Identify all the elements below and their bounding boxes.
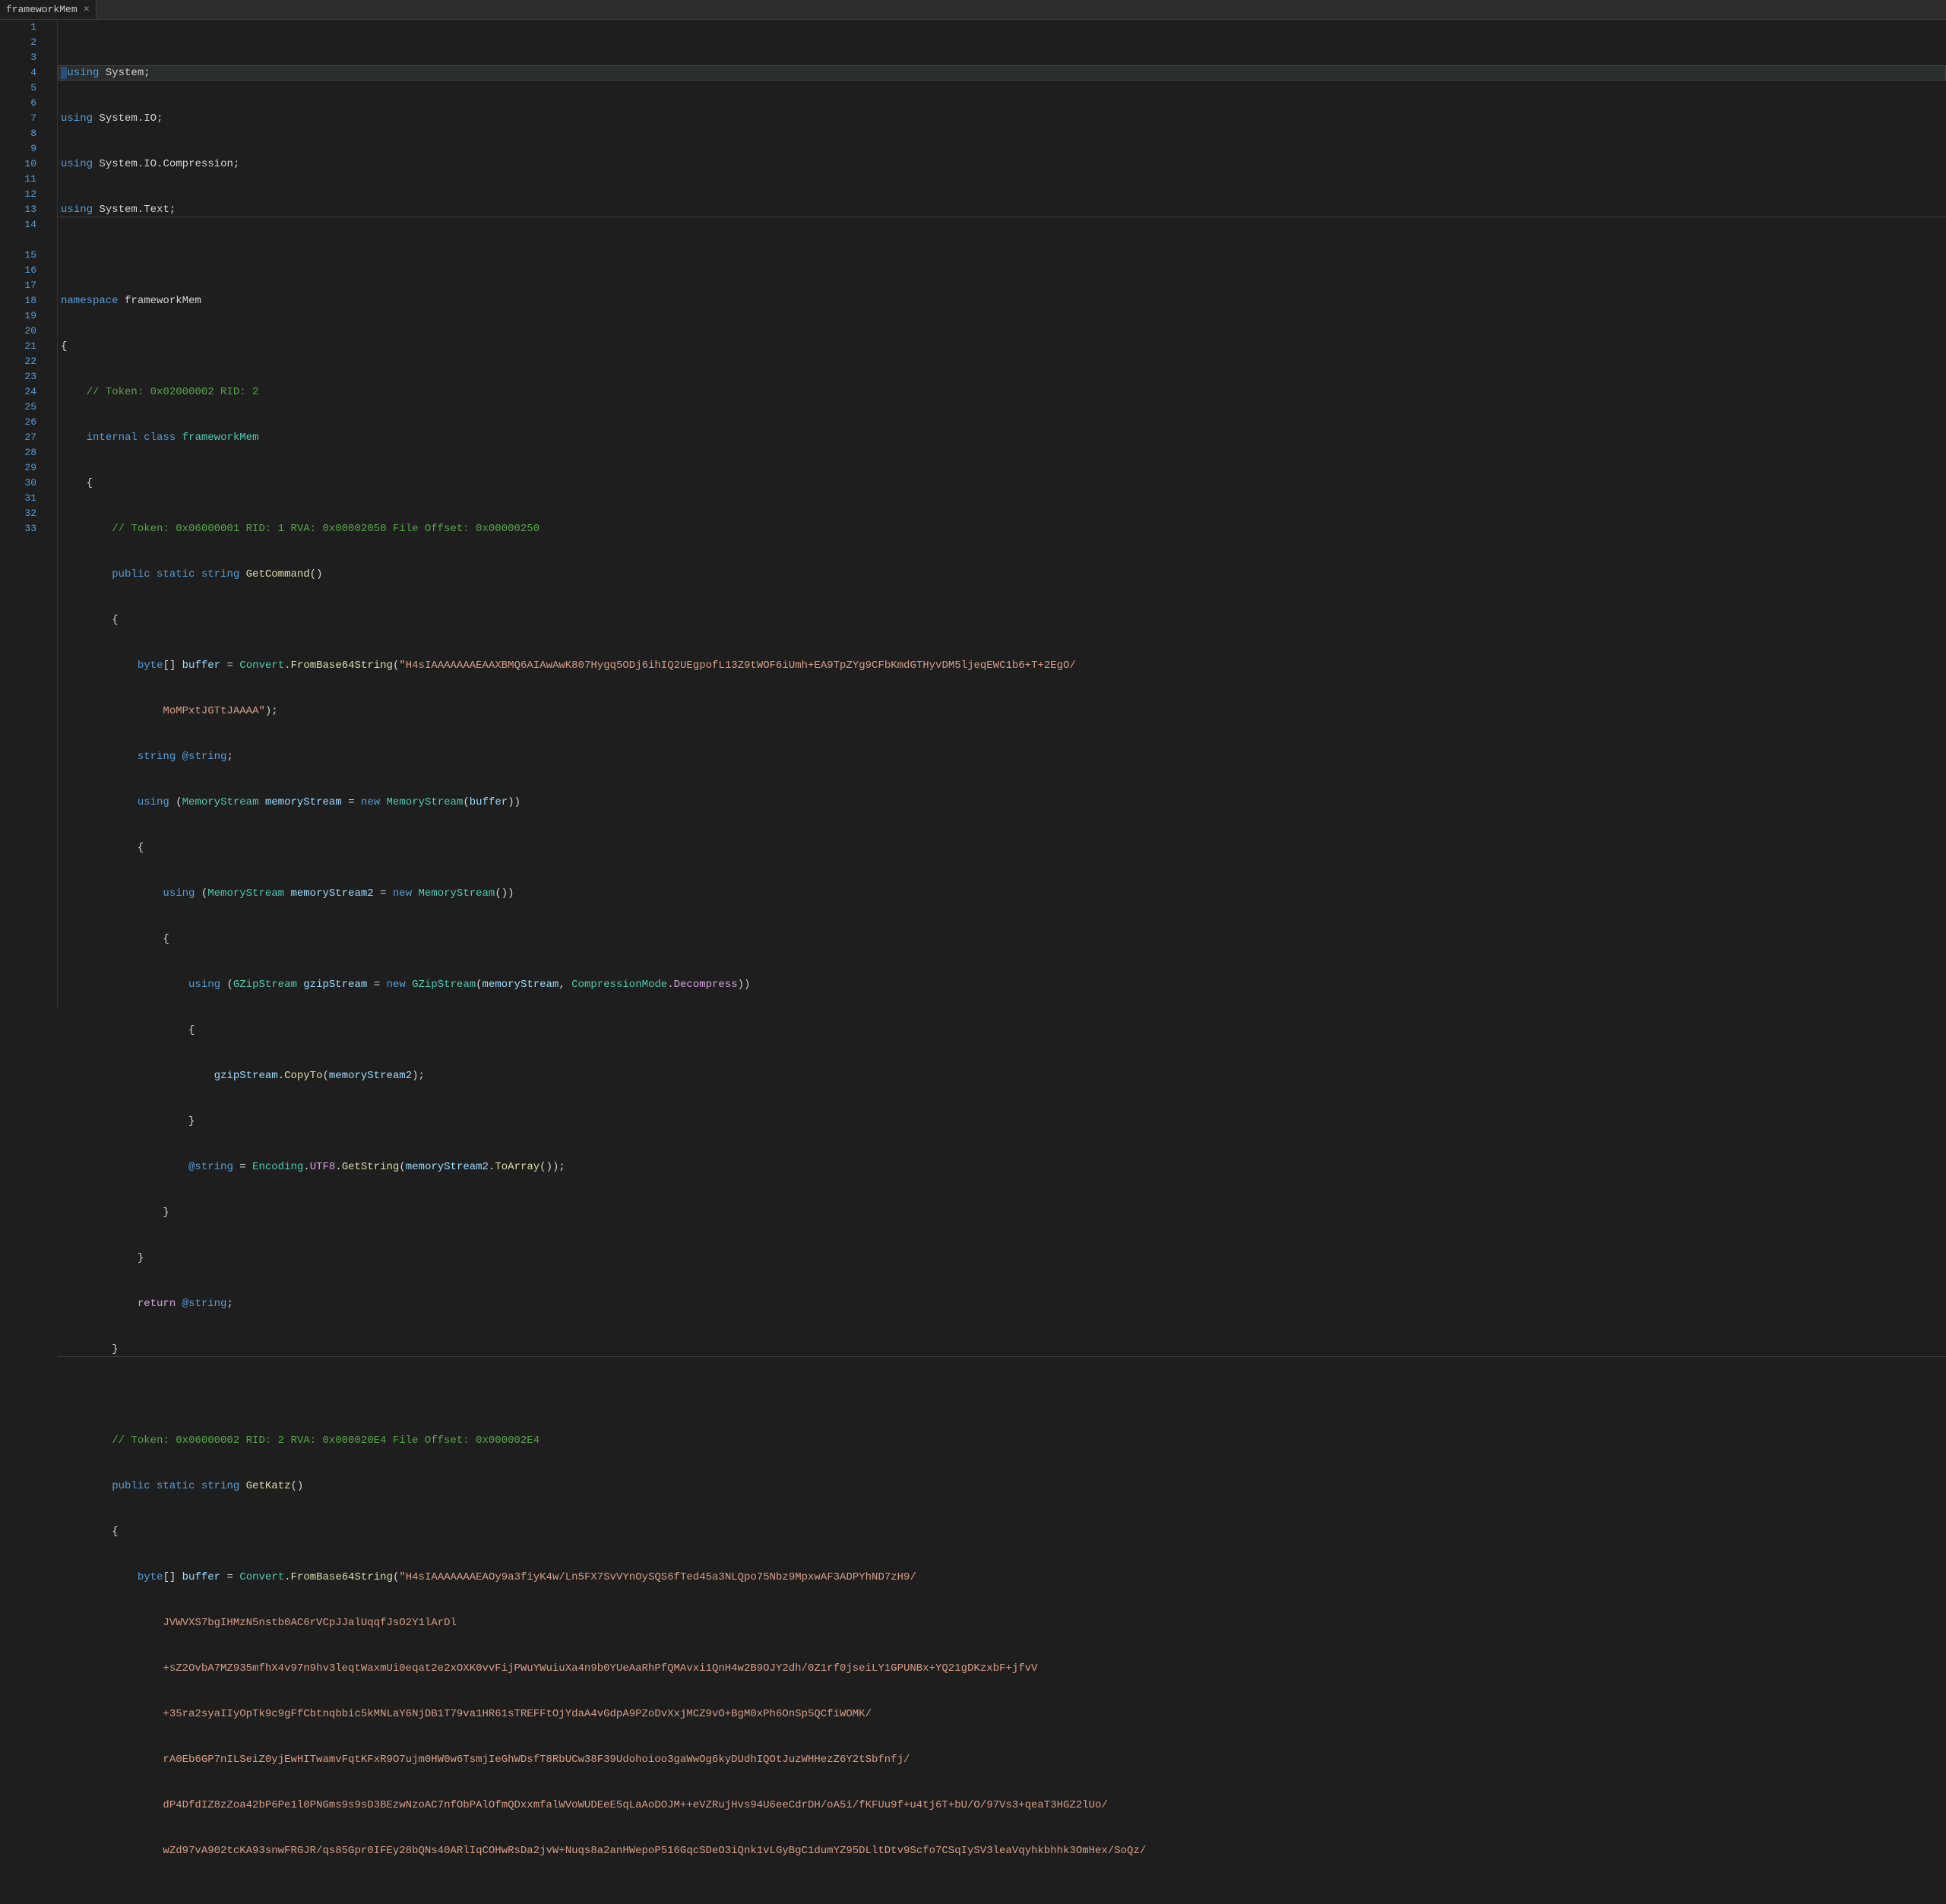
line-number: 13 <box>0 202 36 217</box>
code-line[interactable]: // Token: 0x02000002 RID: 2 <box>58 384 1946 400</box>
line-number: 25 <box>0 400 36 415</box>
line-number: 33 <box>0 521 36 536</box>
close-icon[interactable]: × <box>84 4 90 16</box>
line-number: 30 <box>0 476 36 491</box>
line-number: 11 <box>0 172 36 187</box>
line-number: 23 <box>0 369 36 384</box>
code-line-wrap[interactable]: +sZ2OvbA7MZ935mfhX4v97n9hv3leqtWaxmUi0eq… <box>58 1661 1946 1676</box>
line-number: 14 <box>0 217 36 232</box>
line-number: 20 <box>0 324 36 339</box>
line-number <box>0 536 36 552</box>
code-line[interactable]: } <box>58 1342 1946 1357</box>
tab-frameworkmem[interactable]: frameworkMem × <box>0 0 97 19</box>
code-line[interactable]: { <box>58 840 1946 856</box>
code-line[interactable]: } <box>58 1205 1946 1220</box>
code-line[interactable]: @string = Encoding.UTF8.GetString(memory… <box>58 1159 1946 1175</box>
line-number: 26 <box>0 415 36 430</box>
line-number: 6 <box>0 96 36 111</box>
line-number: 2 <box>0 35 36 50</box>
editor: 1234567891011121314151617181920212223242… <box>0 20 1946 1009</box>
line-number <box>0 597 36 612</box>
code-line[interactable]: return @string; <box>58 1296 1946 1311</box>
code-line[interactable] <box>58 248 1946 263</box>
line-number: 19 <box>0 308 36 324</box>
line-number <box>0 612 36 628</box>
code-line[interactable]: { <box>58 339 1946 354</box>
line-number: 10 <box>0 157 36 172</box>
code-line-wrap[interactable]: JVWVXS7bgIHMzN5nstb0AC6rVCpJJalUqqfJsO2Y… <box>58 1615 1946 1630</box>
line-number: 21 <box>0 339 36 354</box>
code-line[interactable]: using System.IO; <box>58 111 1946 126</box>
code-line[interactable]: byte[] buffer = Convert.FromBase64String… <box>58 1570 1946 1585</box>
code-line-wrap[interactable]: wZd97vA902tcKA93snwFRGJR/qs85Gpr0IFEy28b… <box>58 1843 1946 1858</box>
code-line[interactable]: // Token: 0x06000002 RID: 2 RVA: 0x00002… <box>58 1433 1946 1448</box>
line-number: 32 <box>0 506 36 521</box>
line-number: 4 <box>0 65 36 81</box>
code-line[interactable]: // Token: 0x06000001 RID: 1 RVA: 0x00002… <box>58 521 1946 536</box>
code-line-wrap[interactable]: rA0Eb6GP7nILSeiZ0yjEwHITwamvFqtKFxR9O7uj… <box>58 1752 1946 1767</box>
code-line[interactable]: internal class frameworkMem <box>58 430 1946 445</box>
code-line[interactable]: { <box>58 931 1946 947</box>
line-number: 31 <box>0 491 36 506</box>
line-number: 7 <box>0 111 36 126</box>
code-line[interactable]: } <box>58 1114 1946 1129</box>
code-line[interactable]: using System.Text; <box>58 202 1946 217</box>
code-line[interactable]: using (GZipStream gzipStream = new GZipS… <box>58 977 1946 992</box>
code-line[interactable]: } <box>58 1251 1946 1266</box>
line-number <box>0 582 36 597</box>
code-line[interactable]: using (MemoryStream memoryStream = new M… <box>58 795 1946 810</box>
code-line[interactable] <box>58 1387 1946 1403</box>
code-line[interactable]: gzipStream.CopyTo(memoryStream2); <box>58 1068 1946 1083</box>
code-line[interactable]: { <box>58 612 1946 628</box>
line-number: 12 <box>0 187 36 202</box>
code-line[interactable]: byte[] buffer = Convert.FromBase64String… <box>58 658 1946 673</box>
code-line-wrap[interactable]: MoMPxtJGTtJAAAA"); <box>58 704 1946 719</box>
line-number <box>0 552 36 567</box>
line-number: 22 <box>0 354 36 369</box>
tab-title: frameworkMem <box>6 4 78 15</box>
line-number: 8 <box>0 126 36 141</box>
code-line-wrap[interactable]: +35ra2syaIIyOpTk9c9gFfCbtnqbbic5kMNLaY6N… <box>58 1706 1946 1722</box>
code-line[interactable]: using System; <box>58 65 1946 81</box>
code-line[interactable]: public static string GetKatz() <box>58 1479 1946 1494</box>
code-line[interactable]: public static string GetCommand() <box>58 567 1946 582</box>
line-number: 9 <box>0 141 36 157</box>
line-number: 16 <box>0 263 36 278</box>
fold-gutter <box>47 20 58 1009</box>
line-number: 18 <box>0 293 36 308</box>
line-number <box>0 232 36 248</box>
line-number: 29 <box>0 460 36 476</box>
tab-bar: frameworkMem × <box>0 0 1946 20</box>
code-line[interactable]: { <box>58 1023 1946 1038</box>
code-area[interactable]: using System; using System.IO; using Sys… <box>58 20 1946 1009</box>
code-line[interactable]: using System.IO.Compression; <box>58 157 1946 172</box>
line-number: 28 <box>0 445 36 460</box>
line-number: 17 <box>0 278 36 293</box>
line-number-gutter: 1234567891011121314151617181920212223242… <box>0 20 47 1009</box>
line-number: 5 <box>0 81 36 96</box>
line-number <box>0 567 36 582</box>
line-number: 24 <box>0 384 36 400</box>
line-number: 3 <box>0 50 36 65</box>
line-number: 27 <box>0 430 36 445</box>
code-line-wrap[interactable]: dP4DfdIZ8zZoa42bP6Pe1l0PNGms9s9sD3BEzwNz… <box>58 1798 1946 1813</box>
line-number: 15 <box>0 248 36 263</box>
code-line[interactable]: namespace frameworkMem <box>58 293 1946 308</box>
line-number: 1 <box>0 20 36 35</box>
code-line[interactable]: { <box>58 1524 1946 1539</box>
code-line[interactable]: { <box>58 476 1946 491</box>
code-line[interactable]: using (MemoryStream memoryStream2 = new … <box>58 886 1946 901</box>
code-line[interactable]: string @string; <box>58 749 1946 764</box>
